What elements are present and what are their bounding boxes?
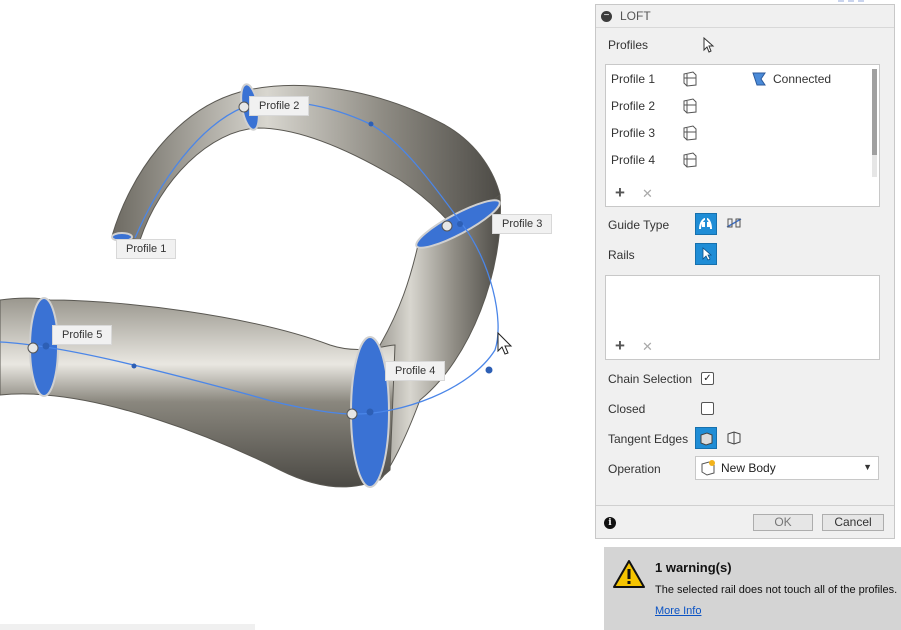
collapse-icon[interactable]: − (601, 10, 612, 22)
info-icon[interactable]: i (604, 517, 616, 529)
profile-name: Profile 4 (611, 153, 656, 167)
mouse-cursor-icon (497, 331, 513, 355)
closed-label: Closed (608, 402, 646, 416)
profile-name: Profile 3 (611, 126, 656, 140)
operation-select[interactable]: New Body ▼ (695, 456, 879, 480)
footer-divider (596, 505, 894, 506)
ok-button[interactable]: OK (753, 514, 813, 531)
profile-label-5: Profile 5 (52, 325, 113, 345)
profiles-list[interactable]: Profile 1 Connected Profile 2 Profile 3 … (605, 64, 880, 207)
profile-label-4: Profile 4 (385, 361, 446, 381)
operation-value: New Body (721, 461, 776, 475)
profile-icon (683, 125, 697, 141)
new-body-icon (701, 460, 715, 476)
warning-panel: 1 warning(s) The selected rail does not … (604, 547, 901, 630)
centerline-guide-icon (726, 218, 742, 228)
list-item[interactable]: Profile 3 (611, 123, 699, 143)
profile-status: Connected (773, 72, 832, 86)
more-info-link[interactable]: More Info (655, 605, 701, 617)
chain-selection-label: Chain Selection (608, 372, 693, 386)
profile-icon (683, 98, 697, 114)
rail-handle (42, 342, 50, 350)
tangent-edges-merge-button[interactable] (695, 427, 717, 449)
profile-label-2: Profile 2 (249, 96, 310, 116)
rail-handle (131, 363, 137, 369)
profile-label-1: Profile 1 (116, 239, 177, 259)
guide-type-centerline-button[interactable] (724, 213, 746, 235)
list-item[interactable]: Profile 1 Connected (611, 69, 831, 89)
rails-list[interactable]: + ✕ (605, 275, 880, 360)
remove-rail-button[interactable]: ✕ (642, 340, 653, 354)
rail-handle (368, 121, 374, 127)
warning-message: The selected rail does not touch all of … (655, 584, 898, 596)
cancel-button[interactable]: Cancel (822, 514, 884, 531)
profile-label-3: Profile 3 (492, 214, 553, 234)
warning-title: 1 warning(s) (655, 560, 732, 575)
add-rail-button[interactable]: + (615, 337, 625, 354)
rail-point (27, 342, 39, 354)
profile-name: Profile 2 (611, 99, 656, 113)
list-item[interactable]: Profile 2 (611, 96, 699, 116)
remove-profile-button[interactable]: ✕ (642, 187, 653, 201)
rail-handle (485, 366, 493, 374)
tangent-edges-keep-button[interactable] (724, 427, 746, 449)
profiles-scrollbar[interactable] (872, 69, 877, 177)
bottom-strip (0, 624, 255, 630)
guide-type-label: Guide Type (608, 218, 670, 232)
closed-checkbox[interactable] (701, 402, 714, 415)
chevron-down-icon: ▼ (863, 462, 872, 472)
tangent-edges-label: Tangent Edges (608, 432, 689, 446)
operation-label: Operation (608, 462, 661, 476)
scrollbar-thumb[interactable] (872, 69, 877, 155)
list-item[interactable]: Profile 4 (611, 150, 699, 170)
merge-tangent-icon (700, 432, 713, 446)
add-profile-button[interactable]: + (615, 184, 625, 201)
dialog-title-bar[interactable]: − LOFT (596, 5, 894, 28)
guide-type-rails-button[interactable] (695, 213, 717, 235)
dialog-title: LOFT (620, 9, 651, 23)
chain-selection-checkbox[interactable]: ✓ (701, 372, 714, 385)
top-decoration (838, 0, 868, 2)
rail-point (346, 408, 358, 420)
keep-tangent-icon (727, 431, 741, 445)
rail-handle (366, 408, 374, 416)
connected-icon (752, 72, 766, 86)
profile-icon (683, 71, 697, 87)
rail-point (238, 101, 250, 113)
rail-point (441, 220, 453, 232)
rail-handle (457, 221, 463, 227)
warning-icon (613, 560, 645, 588)
loft-preview (0, 83, 513, 488)
profile-icon (683, 152, 697, 168)
profile-name: Profile 1 (611, 72, 656, 86)
profiles-label: Profiles (608, 38, 649, 52)
rails-guide-icon (699, 218, 712, 230)
rails-select-button[interactable] (695, 243, 717, 265)
rails-label: Rails (608, 248, 635, 262)
select-arrow-icon (702, 247, 713, 261)
canvas-viewport[interactable]: Profile 1 Profile 2 Profile 3 Profile 4 … (0, 0, 590, 630)
select-cursor-icon[interactable] (703, 37, 715, 53)
loft-dialog: − LOFT Profiles Profile 1 Connected Prof… (595, 4, 895, 539)
